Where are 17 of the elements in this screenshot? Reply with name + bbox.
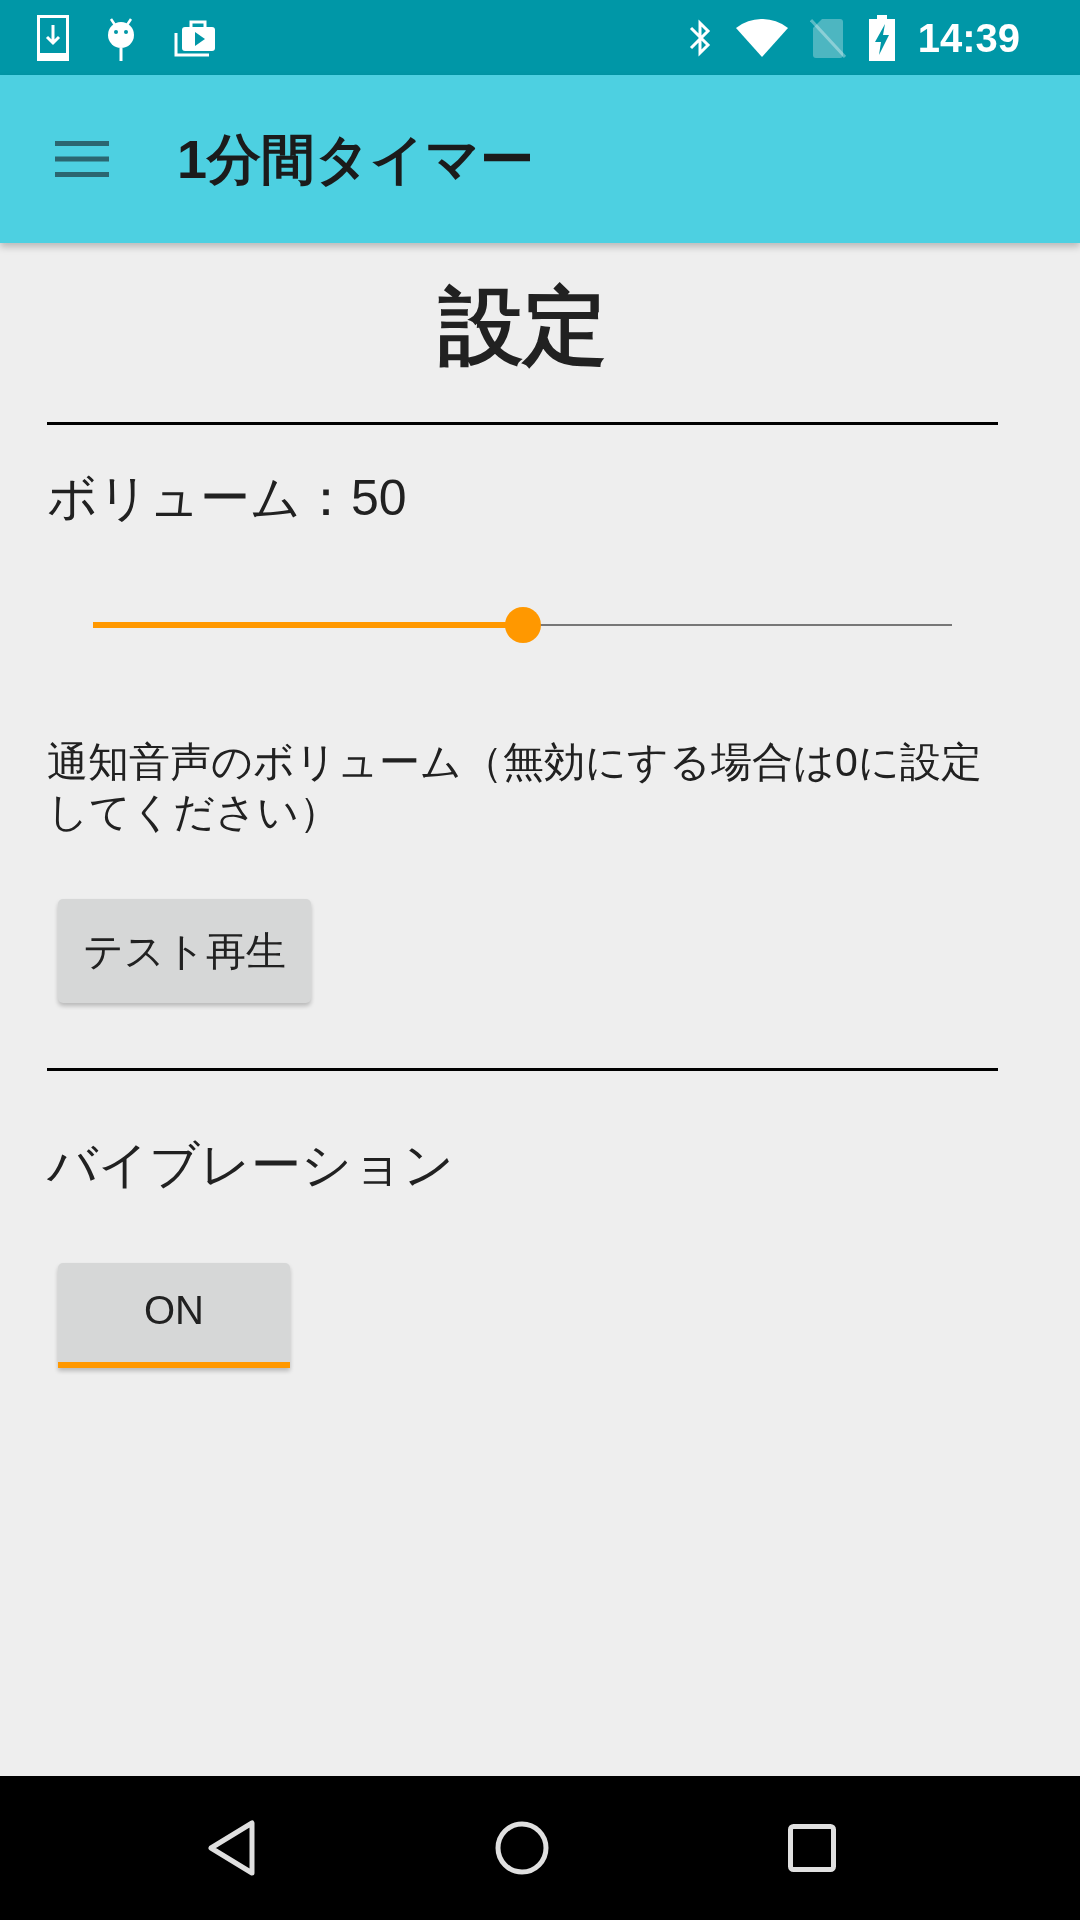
menu-icon[interactable] [55,141,109,177]
status-time: 14:39 [917,14,1020,62]
home-icon[interactable] [495,1821,549,1875]
battery-charging-icon [867,14,896,61]
vibration-label: バイブレーション [47,1136,454,1195]
no-sim-icon [809,16,846,59]
back-icon[interactable] [208,1820,256,1876]
volume-label: ボリューム：50 [47,469,407,528]
wifi-icon [735,18,788,57]
page-heading: 設定 [437,278,608,375]
vibration-toggle[interactable]: ON [58,1263,290,1368]
download-phone-icon [37,14,69,61]
test-play-button[interactable]: テスト再生 [58,899,311,1003]
app-title: 1分間タイマー [177,128,535,191]
volume-description: 通知音声のボリューム（無効にする場合は0に設定してください） [47,738,983,837]
slider-thumb[interactable] [504,607,541,643]
recents-icon[interactable] [788,1824,836,1872]
